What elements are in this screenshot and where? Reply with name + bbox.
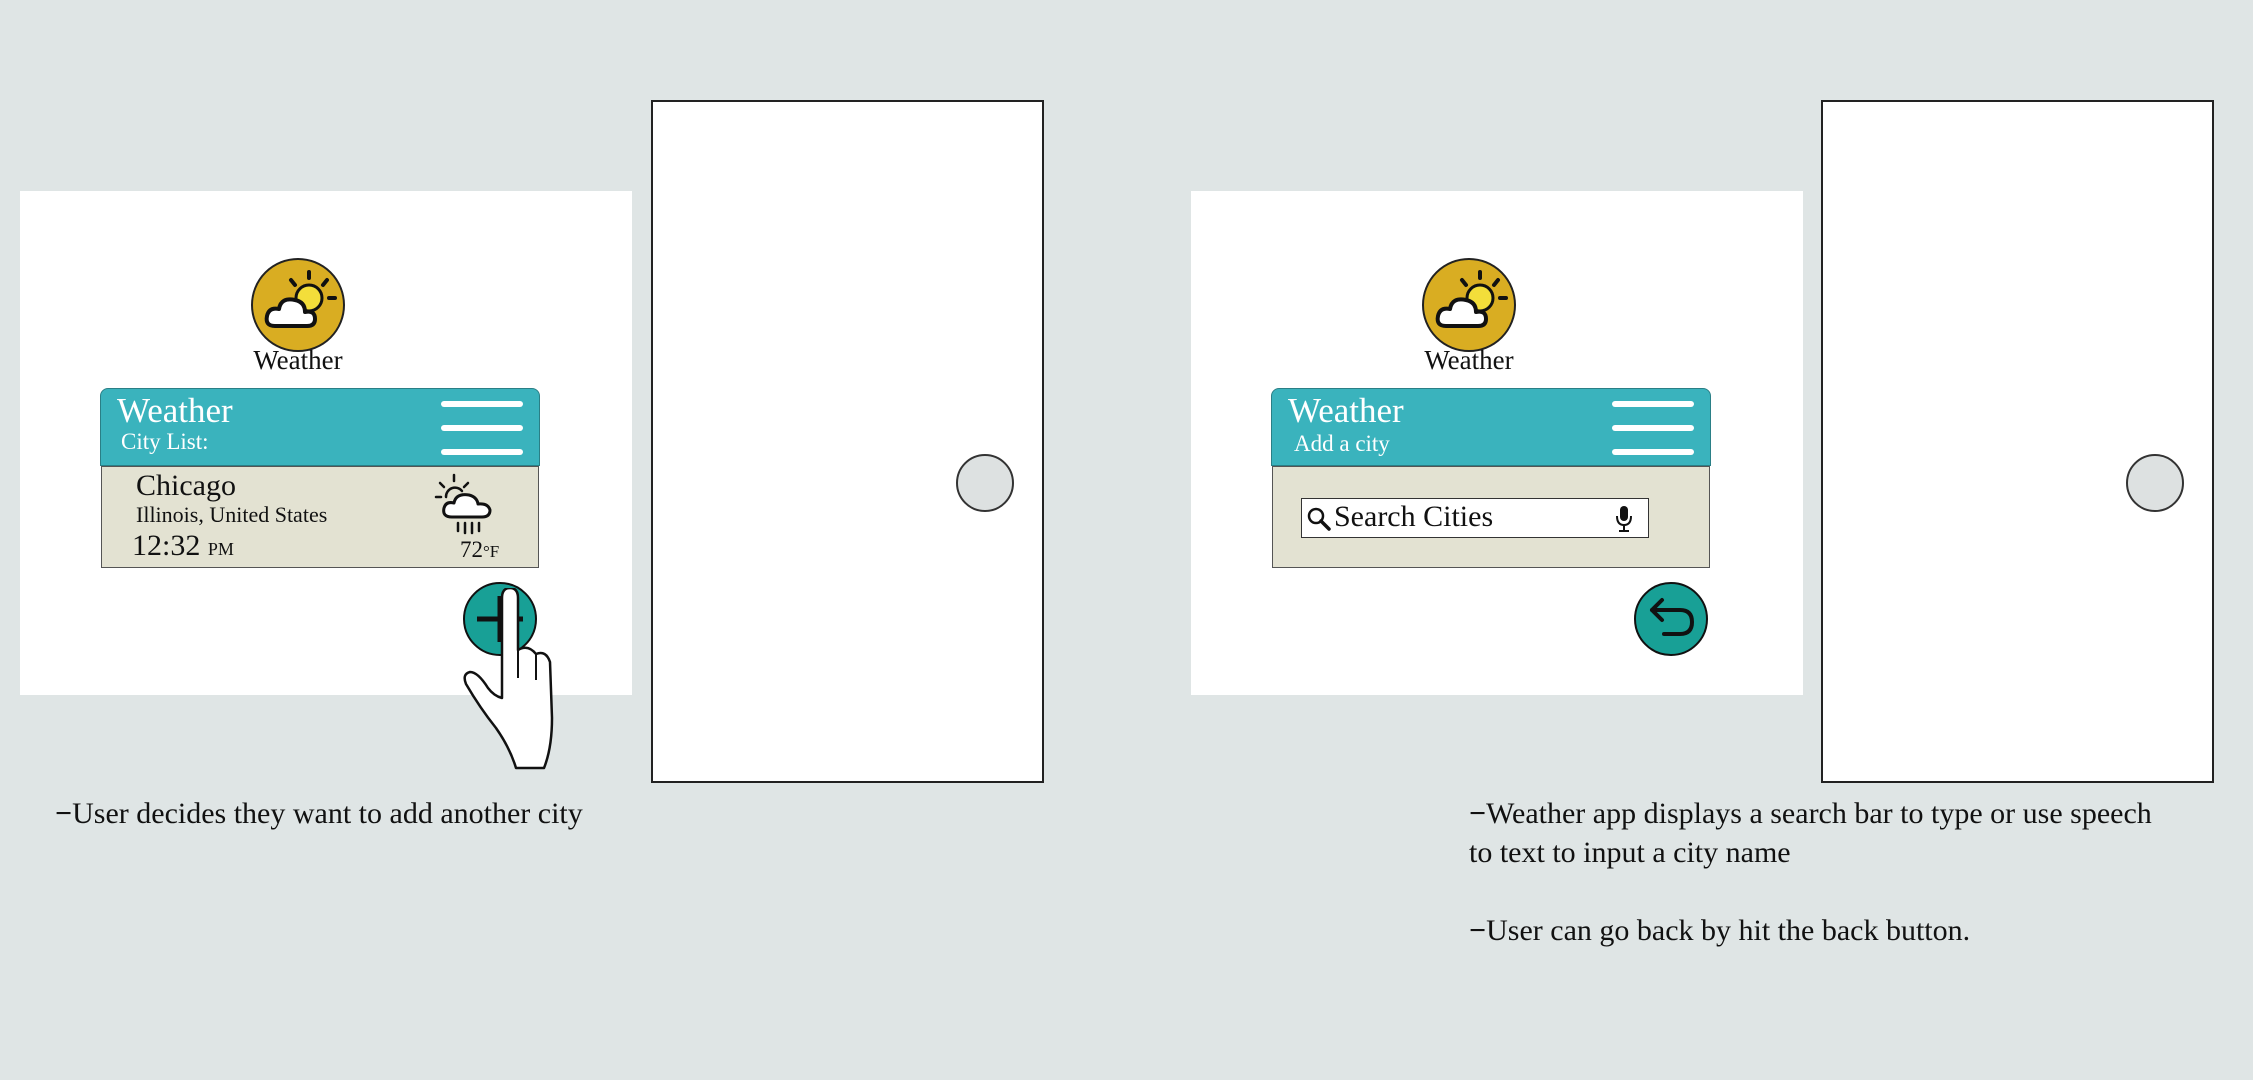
home-button-left[interactable]	[956, 454, 1014, 512]
sun-cloud-icon	[1435, 270, 1508, 328]
city-card[interactable]: Chicago Illinois, United States 12:32 PM	[101, 466, 539, 568]
cloud-rain-sun-icon	[434, 473, 492, 535]
header-subtitle: Add a city	[1294, 431, 1390, 456]
app-label: Weather	[1424, 345, 1514, 375]
city-region: Illinois, United States	[136, 502, 328, 527]
temp-unit: °F	[483, 542, 500, 561]
microphone-icon[interactable]	[1614, 504, 1634, 534]
app-header: Weather Add a city	[1271, 388, 1711, 466]
app-header: Weather City List:	[100, 388, 540, 466]
back-arrow-icon	[1650, 598, 1695, 636]
sun-cloud-icon	[264, 270, 337, 328]
header-title: Weather	[1288, 391, 1404, 430]
header-title: Weather	[117, 391, 233, 430]
left-caption: −User decides they want to add another c…	[55, 797, 583, 830]
right-caption-2: −User can go back by hit the back button…	[1469, 914, 1971, 947]
right-caption-1: −Weather app displays a search bar to ty…	[1469, 797, 2152, 869]
app-label: Weather	[253, 345, 343, 375]
temp-value: 72	[460, 537, 483, 562]
phone-frame-right	[1821, 100, 2214, 783]
back-button[interactable]	[1634, 582, 1708, 656]
hand-pointer-icon	[463, 588, 554, 770]
search-input[interactable]: Search Cities	[1334, 500, 1493, 534]
home-button-right[interactable]	[2126, 454, 2184, 512]
tablet-screen-right: Weather Weather Add a city Search Cities	[1191, 191, 1803, 695]
header-subtitle: City List:	[121, 429, 209, 454]
search-card: Search Cities	[1272, 466, 1710, 568]
search-icon	[1307, 507, 1331, 531]
phone-frame-left	[651, 100, 1044, 783]
city-temperature: 72°F	[460, 537, 499, 563]
city-name: Chicago	[136, 469, 236, 502]
time-ampm: PM	[207, 539, 234, 559]
weather-app-icon[interactable]	[1422, 258, 1516, 352]
menu-icon[interactable]	[441, 401, 523, 461]
city-time: 12:32 PM	[132, 529, 234, 563]
time-value: 12:32	[132, 529, 201, 562]
search-bar[interactable]: Search Cities	[1301, 498, 1649, 538]
weather-app-icon[interactable]	[251, 258, 345, 352]
menu-icon[interactable]	[1612, 401, 1694, 461]
